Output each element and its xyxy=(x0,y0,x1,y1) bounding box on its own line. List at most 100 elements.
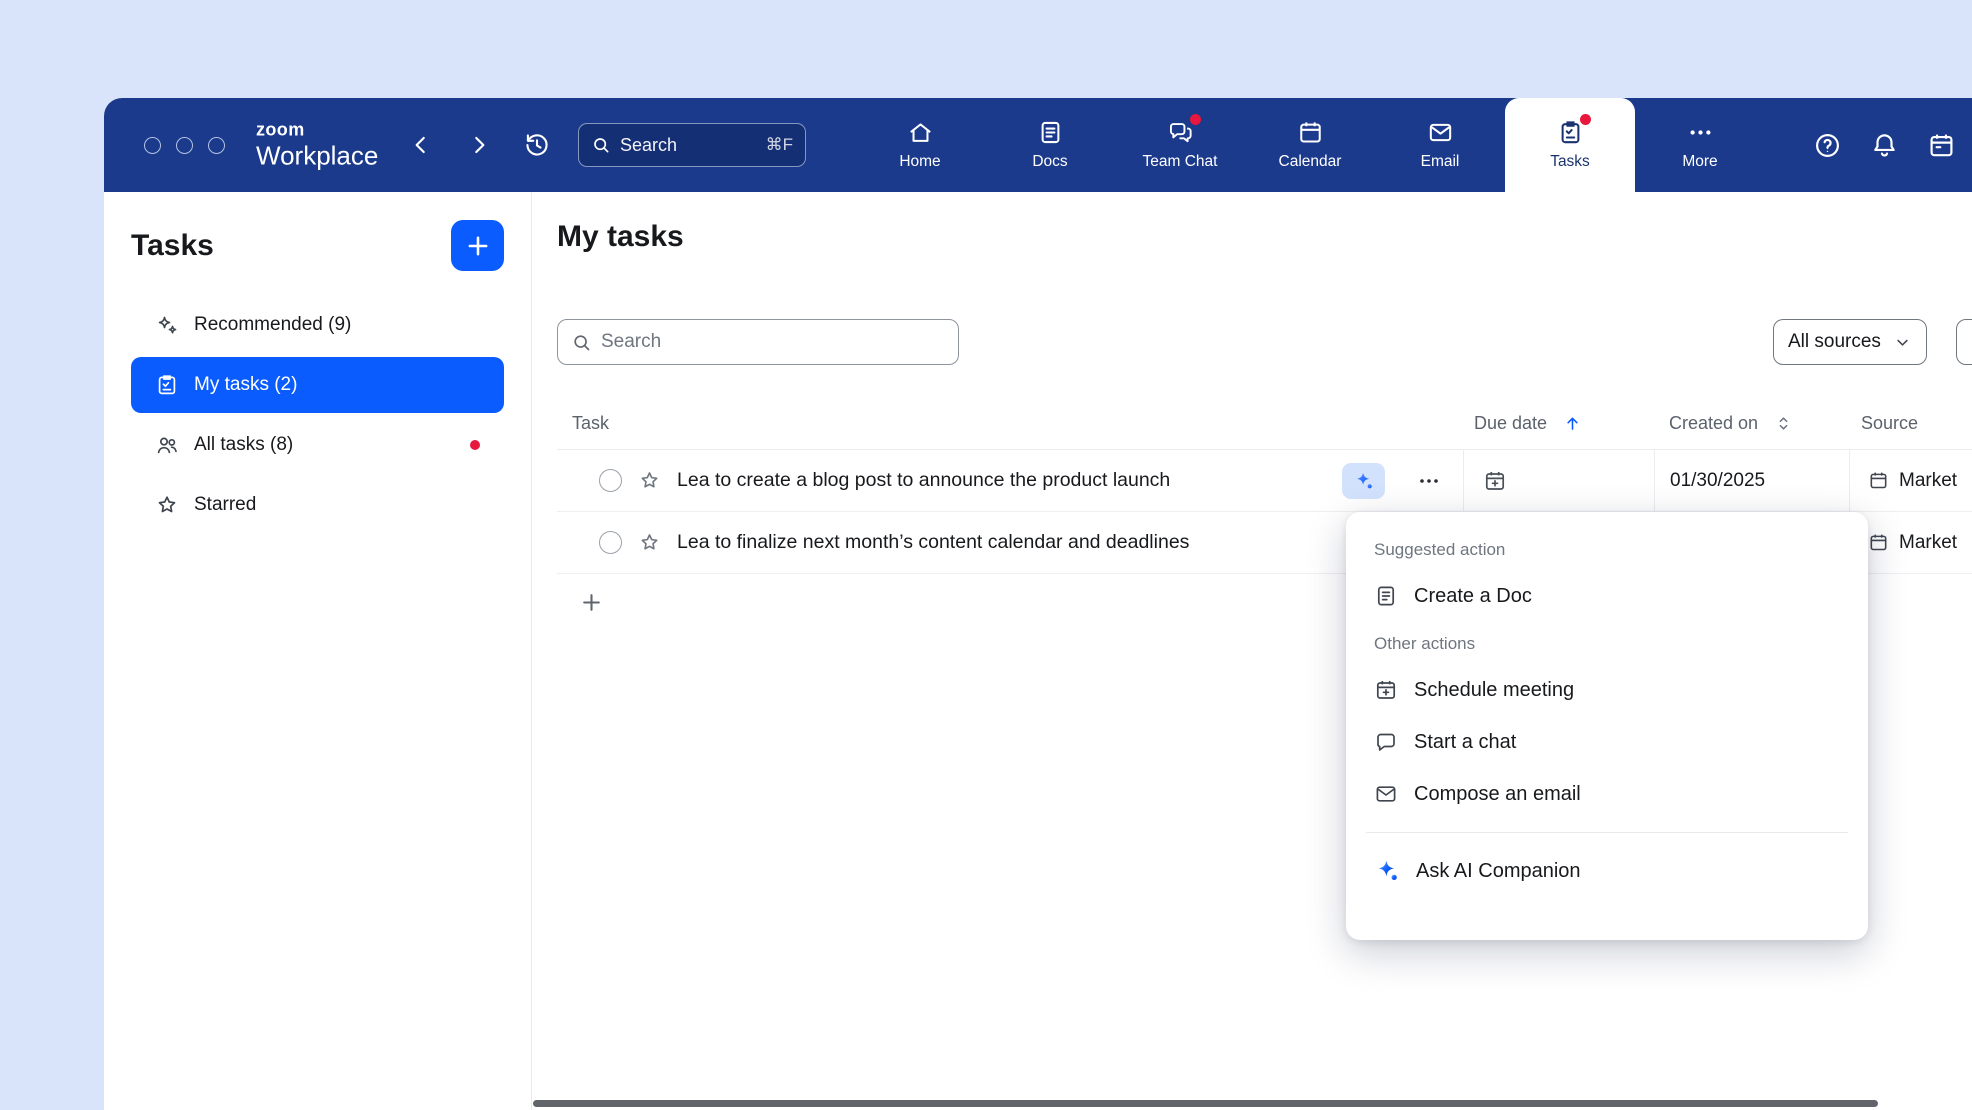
window-control-close[interactable] xyxy=(144,137,161,154)
help-icon[interactable] xyxy=(1813,131,1842,160)
search-icon xyxy=(571,332,592,353)
nav-item-team-chat[interactable]: Team Chat xyxy=(1115,98,1245,192)
column-header-created-on[interactable]: Created on xyxy=(1654,397,1849,449)
sidebar-item-label: All tasks (8) xyxy=(194,434,293,456)
page-title: My tasks xyxy=(557,220,684,254)
star-icon[interactable] xyxy=(638,531,661,554)
global-search[interactable]: Search ⌘F xyxy=(578,123,806,167)
team-chat-icon xyxy=(1167,119,1194,146)
ai-companion-button[interactable] xyxy=(1342,463,1385,499)
task-title[interactable]: Lea to finalize next month’s content cal… xyxy=(677,531,1189,554)
more-icon xyxy=(1687,119,1714,146)
plus-icon xyxy=(579,590,604,615)
nav-item-more[interactable]: More xyxy=(1635,98,1765,192)
chat-bubble-icon xyxy=(1374,730,1398,754)
new-task-button[interactable] xyxy=(451,220,504,271)
suggested-actions-menu: Suggested action Create a Doc Other acti… xyxy=(1346,512,1868,940)
table-header-row: Task Due date Created on Source xyxy=(557,397,1972,450)
history-button[interactable] xyxy=(520,128,554,162)
tasks-icon xyxy=(1557,119,1584,146)
email-icon xyxy=(1427,119,1454,146)
nav-item-email[interactable]: Email xyxy=(1375,98,1505,192)
back-button[interactable] xyxy=(404,128,438,162)
menu-divider xyxy=(1366,832,1848,833)
ai-sparkle-icon xyxy=(1353,470,1375,492)
source-filter-dropdown[interactable]: All sources xyxy=(1773,319,1927,365)
logo-workplace-text: Workplace xyxy=(256,141,378,170)
tasks-sidebar: Tasks Recommended (9) My tasks (2) xyxy=(104,192,532,1110)
home-icon xyxy=(907,119,934,146)
sidebar-title: Tasks xyxy=(131,229,214,263)
row-more-button[interactable] xyxy=(1411,463,1447,499)
tasks-search xyxy=(557,319,959,365)
task-list-icon xyxy=(155,373,179,397)
horizontal-scrollbar[interactable] xyxy=(533,1100,1878,1107)
calendar-source-icon xyxy=(1868,532,1889,553)
top-navigation: Home Docs Team Chat Calendar xyxy=(855,98,1765,192)
chevron-right-icon xyxy=(466,132,492,158)
source-label: Market xyxy=(1899,470,1957,492)
chevron-down-icon xyxy=(1893,333,1912,352)
sidebar-item-starred[interactable]: Starred xyxy=(131,477,504,533)
source-label: Market xyxy=(1899,532,1957,554)
calendar-source-icon xyxy=(1868,470,1889,491)
sort-toggle-icon[interactable] xyxy=(1774,414,1793,433)
menu-item-ask-ai-companion[interactable]: Ask AI Companion xyxy=(1346,845,1868,897)
task-title[interactable]: Lea to create a blog post to announce th… xyxy=(677,469,1170,492)
column-header-task: Task xyxy=(557,397,1463,449)
envelope-icon xyxy=(1374,782,1398,806)
menu-item-schedule-meeting[interactable]: Schedule meeting xyxy=(1346,664,1868,716)
tasks-notification-dot xyxy=(1580,114,1591,125)
doc-icon xyxy=(1374,584,1398,608)
nav-item-calendar[interactable]: Calendar xyxy=(1245,98,1375,192)
nav-item-docs[interactable]: Docs xyxy=(985,98,1115,192)
window-control-minimize[interactable] xyxy=(176,137,193,154)
global-search-placeholder: Search xyxy=(620,135,677,156)
chevron-left-icon xyxy=(408,132,434,158)
calendar-plus-icon xyxy=(1374,678,1398,702)
created-on-date: 01/30/2025 xyxy=(1670,470,1765,492)
sidebar-item-label: Recommended (9) xyxy=(194,314,351,336)
tasks-search-input[interactable] xyxy=(601,331,945,353)
people-icon xyxy=(155,433,179,457)
sidebar-item-label: My tasks (2) xyxy=(194,374,297,396)
menu-item-create-doc[interactable]: Create a Doc xyxy=(1346,570,1868,622)
notifications-bell-icon[interactable] xyxy=(1870,131,1899,160)
logo-zoom-text: zoom xyxy=(256,120,378,140)
team-chat-notification-dot xyxy=(1190,114,1201,125)
sidebar-item-my-tasks[interactable]: My tasks (2) xyxy=(131,357,504,413)
star-icon[interactable] xyxy=(638,469,661,492)
column-header-source: Source xyxy=(1849,397,1972,449)
global-search-shortcut: ⌘F xyxy=(766,135,793,155)
sidebar-item-recommended[interactable]: Recommended (9) xyxy=(131,297,504,353)
sparkles-icon xyxy=(155,313,179,337)
window-controls xyxy=(144,98,225,192)
menu-section-label: Suggested action xyxy=(1346,528,1868,570)
add-due-date-icon[interactable] xyxy=(1483,469,1507,493)
task-complete-checkbox[interactable] xyxy=(599,469,622,492)
docs-icon xyxy=(1037,119,1064,146)
forward-button[interactable] xyxy=(462,128,496,162)
sort-ascending-icon[interactable] xyxy=(1563,414,1582,433)
column-header-due-date[interactable]: Due date xyxy=(1463,397,1654,449)
menu-item-start-chat[interactable]: Start a chat xyxy=(1346,716,1868,768)
menu-item-compose-email[interactable]: Compose an email xyxy=(1346,768,1868,820)
task-complete-checkbox[interactable] xyxy=(599,531,622,554)
all-tasks-notification-dot xyxy=(470,440,480,450)
nav-item-tasks[interactable]: Tasks xyxy=(1505,98,1635,192)
source-filter-value: All sources xyxy=(1788,331,1881,353)
mini-calendar-icon[interactable] xyxy=(1927,131,1956,160)
search-icon xyxy=(591,135,611,155)
menu-section-label: Other actions xyxy=(1346,622,1868,664)
zoom-workplace-logo: zoom Workplace xyxy=(256,120,378,169)
ellipsis-icon xyxy=(1417,469,1441,493)
nav-item-home[interactable]: Home xyxy=(855,98,985,192)
clipped-filter-button[interactable] xyxy=(1956,319,1972,365)
window-control-maximize[interactable] xyxy=(208,137,225,154)
history-icon xyxy=(523,131,551,159)
calendar-icon xyxy=(1297,119,1324,146)
plus-icon xyxy=(464,232,492,260)
sidebar-item-all-tasks[interactable]: All tasks (8) xyxy=(131,417,504,473)
topbar: zoom Workplace Search ⌘F xyxy=(104,98,1972,192)
star-icon xyxy=(155,493,179,517)
